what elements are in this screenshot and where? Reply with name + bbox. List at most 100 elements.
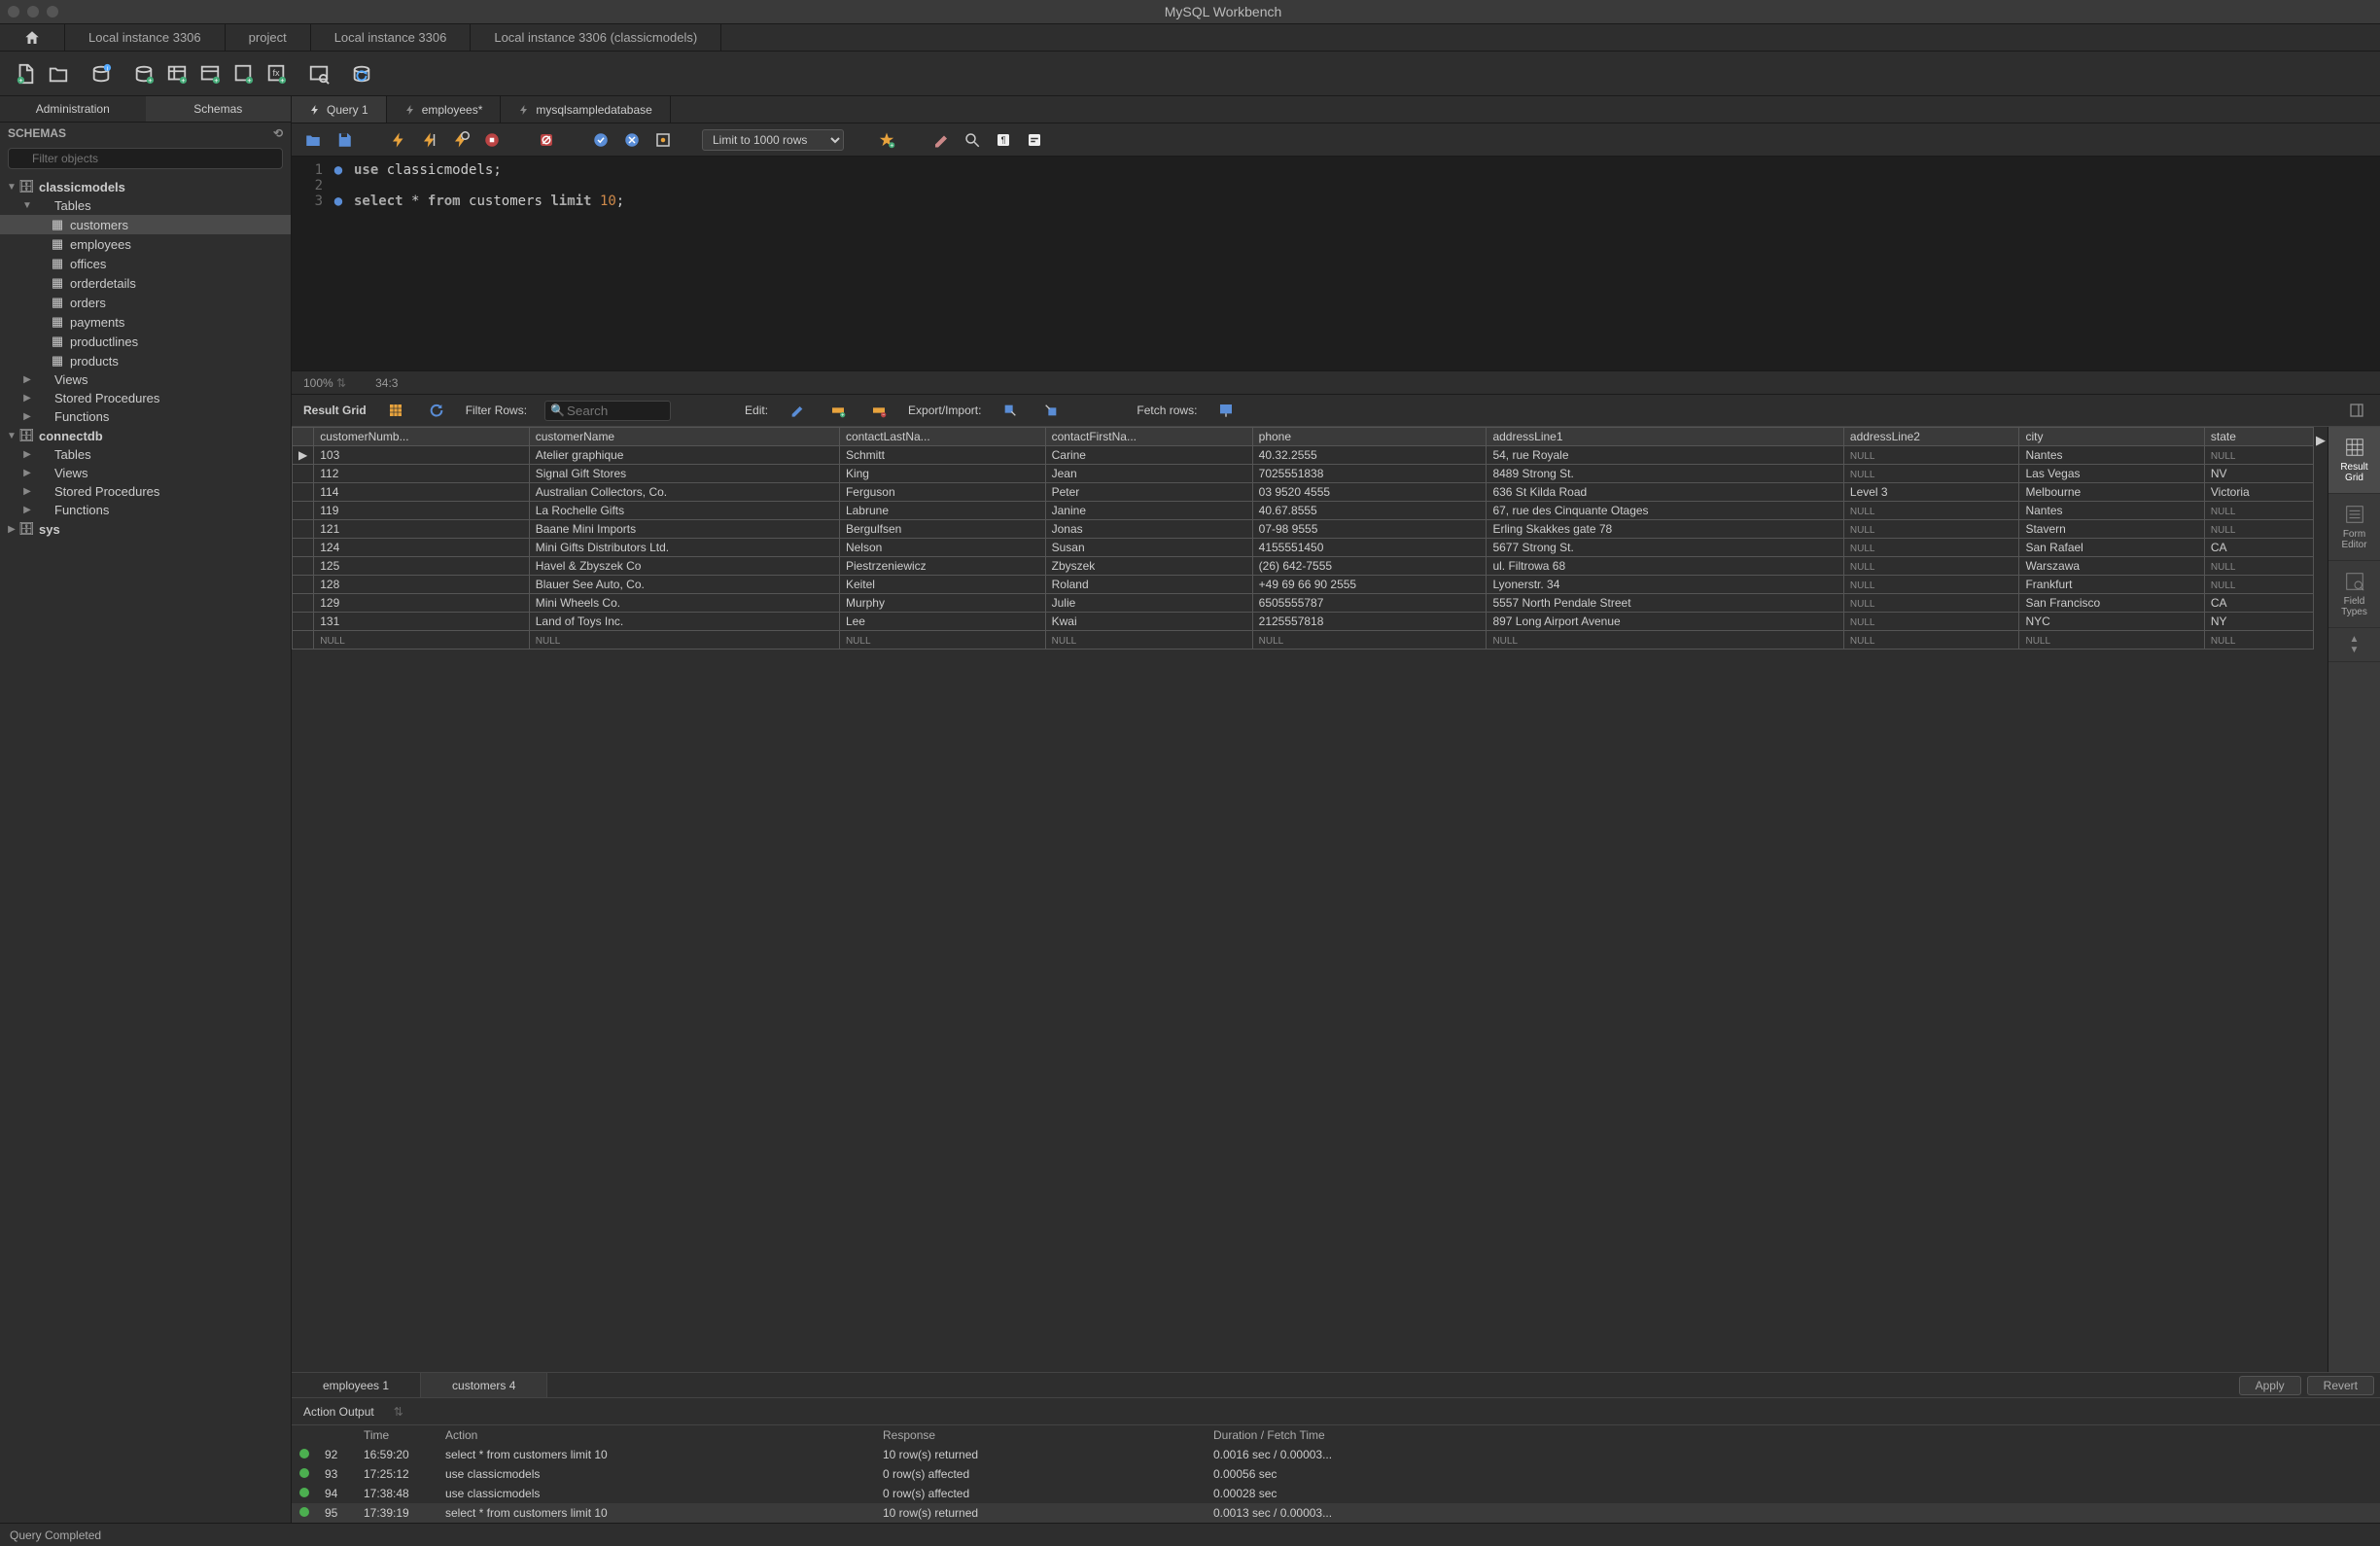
column-header[interactable]: contactFirstNa... [1045,428,1252,446]
add-row-icon[interactable]: + [826,399,850,422]
editor-tab-0[interactable]: Query 1 [292,96,387,123]
nav-up-down[interactable]: ▲ ▼ [2328,628,2380,662]
table-row[interactable]: 119La Rochelle GiftsLabruneJanine40.67.8… [293,502,2314,520]
tree-node-stored-procedures[interactable]: ▶Stored Procedures [0,389,291,407]
column-header[interactable]: phone [1252,428,1487,446]
connection-tab-3[interactable]: Local instance 3306 (classicmodels) [471,24,721,51]
favorite-icon[interactable]: + [875,128,898,152]
revert-button[interactable]: Revert [2307,1376,2374,1395]
save-icon[interactable] [332,128,356,152]
search-table-icon[interactable] [305,60,332,88]
table-row[interactable]: 129Mini Wheels Co.MurphyJulie65055557875… [293,594,2314,613]
export-icon[interactable] [998,399,1022,422]
reconnect-icon[interactable] [348,60,375,88]
wrap-icon[interactable] [1023,128,1046,152]
create-table-icon[interactable]: + [163,60,191,88]
execute-current-icon[interactable] [418,128,441,152]
table-row[interactable]: ▶103Atelier graphiqueSchmittCarine40.32.… [293,446,2314,465]
tree-node-employees[interactable]: ▦employees [0,234,291,254]
tree-node-products[interactable]: ▦products [0,351,291,370]
action-row[interactable]: 9517:39:19select * from customers limit … [292,1503,2380,1523]
table-row[interactable]: 121Baane Mini ImportsBergulfsenJonas07-9… [293,520,2314,539]
apply-button[interactable]: Apply [2239,1376,2301,1395]
create-procedure-icon[interactable]: + [229,60,257,88]
invisible-chars-icon[interactable]: ¶ [992,128,1015,152]
connection-tab-2[interactable]: Local instance 3306 [311,24,472,51]
minimize-window-icon[interactable] [27,6,39,18]
tree-node-functions[interactable]: ▶Functions [0,501,291,519]
table-row[interactable]: 128Blauer See Auto, Co.KeitelRoland+49 6… [293,576,2314,594]
delete-row-icon[interactable]: − [867,399,891,422]
create-schema-icon[interactable]: + [130,60,158,88]
inspector-icon[interactable]: i [88,60,115,88]
stop-icon[interactable] [480,128,504,152]
result-tab-0[interactable]: employees 1 [292,1373,421,1397]
open-folder-icon[interactable] [301,128,325,152]
toggle-autocommit-icon[interactable] [535,128,558,152]
explain-icon[interactable] [449,128,472,152]
table-row[interactable]: NULLNULLNULLNULLNULLNULLNULLNULLNULL [293,631,2314,650]
home-tab[interactable] [0,24,65,51]
schemas-tab[interactable]: Schemas [146,96,292,123]
tree-node-orderdetails[interactable]: ▦orderdetails [0,273,291,293]
create-view-icon[interactable]: + [196,60,224,88]
refresh-icon[interactable]: ⟲ [273,126,283,140]
connection-tab-0[interactable]: Local instance 3306 [65,24,226,51]
table-row[interactable]: 124Mini Gifts Distributors Ltd.NelsonSus… [293,539,2314,557]
column-header[interactable]: state [2204,428,2313,446]
editor-tab-1[interactable]: employees* [387,96,502,123]
limit-rows-select[interactable]: Limit to 1000 rows [702,129,844,151]
column-header[interactable]: contactLastNa... [839,428,1045,446]
tree-node-connectdb[interactable]: ▼🗄connectdb [0,426,291,445]
action-row[interactable]: 9417:38:48use classicmodels0 row(s) affe… [292,1484,2380,1503]
tree-node-productlines[interactable]: ▦productlines [0,332,291,351]
editor-tab-2[interactable]: mysqlsampledatabase [501,96,670,123]
tree-node-sys[interactable]: ▶🗄sys [0,519,291,539]
commit-icon[interactable] [589,128,612,152]
sql-editor[interactable]: 1● use classicmodels; 2 3● select * from… [292,157,2380,370]
connection-tab-1[interactable]: project [226,24,311,51]
rollback-icon[interactable] [620,128,644,152]
expand-panel-icon[interactable]: ▶ [2316,433,2326,448]
close-window-icon[interactable] [8,6,19,18]
edit-row-icon[interactable] [786,399,809,422]
nav-up-icon[interactable]: ▲ [2328,634,2380,645]
column-header[interactable]: addressLine1 [1487,428,1843,446]
nav-down-icon[interactable]: ▼ [2328,645,2380,655]
action-output-toggle-icon[interactable]: ⇅ [394,1405,403,1419]
form-editor-view[interactable]: Form Editor [2328,494,2380,561]
new-sql-file-icon[interactable]: + [12,60,39,88]
field-types-view[interactable]: Field Types [2328,561,2380,628]
tree-node-views[interactable]: ▶Views [0,370,291,389]
tree-node-payments[interactable]: ▦payments [0,312,291,332]
action-output[interactable]: TimeActionResponseDuration / Fetch Time9… [292,1424,2380,1523]
maximize-window-icon[interactable] [47,6,58,18]
execute-icon[interactable] [387,128,410,152]
tree-node-stored-procedures[interactable]: ▶Stored Procedures [0,482,291,501]
tree-node-offices[interactable]: ▦offices [0,254,291,273]
tree-node-views[interactable]: ▶Views [0,464,291,482]
panel-toggle-icon[interactable] [2345,399,2368,422]
table-row[interactable]: 125Havel & Zbyszek CoPiestrzeniewiczZbys… [293,557,2314,576]
tree-node-tables[interactable]: ▼Tables [0,196,291,215]
result-grid-view[interactable]: Result Grid [2328,427,2380,494]
tree-node-classicmodels[interactable]: ▼🗄classicmodels [0,177,291,196]
fetch-rows-icon[interactable] [1214,399,1238,422]
create-function-icon[interactable]: fx+ [262,60,290,88]
table-row[interactable]: 112Signal Gift StoresKingJean70255518388… [293,465,2314,483]
tree-node-customers[interactable]: ▦customers [0,215,291,234]
beautify-icon[interactable] [929,128,953,152]
column-header[interactable]: customerName [529,428,839,446]
column-header[interactable]: addressLine2 [1843,428,2019,446]
tree-node-tables[interactable]: ▶Tables [0,445,291,464]
column-header[interactable]: customerNumb... [314,428,530,446]
filter-objects-input[interactable] [8,148,283,169]
tree-node-orders[interactable]: ▦orders [0,293,291,312]
result-tab-1[interactable]: customers 4 [421,1373,547,1397]
column-header[interactable]: city [2019,428,2204,446]
action-row[interactable]: 9216:59:20select * from customers limit … [292,1445,2380,1464]
grid-view-icon[interactable] [384,399,407,422]
tree-node-functions[interactable]: ▶Functions [0,407,291,426]
table-row[interactable]: 114Australian Collectors, Co.FergusonPet… [293,483,2314,502]
find-icon[interactable] [961,128,984,152]
